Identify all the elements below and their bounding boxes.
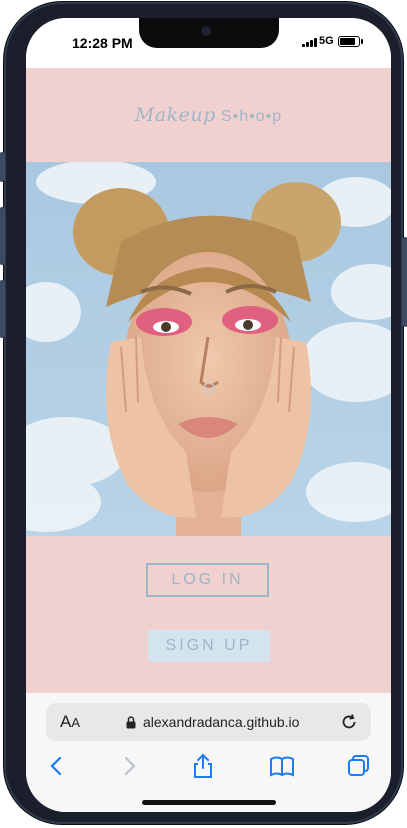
logo-script: Makeup	[134, 104, 216, 126]
power-button	[402, 237, 407, 327]
volume-up-button	[0, 207, 5, 265]
hero-image	[26, 162, 391, 536]
tabs-icon[interactable]	[346, 753, 372, 779]
camera	[201, 26, 211, 36]
address-bar[interactable]: AA alexandradanca.github.io	[46, 703, 371, 741]
browser-bar: AA alexandradanca.github.io	[26, 693, 391, 812]
share-icon[interactable]	[190, 753, 216, 779]
site-logo[interactable]: Makeup S•h•o•p	[26, 104, 391, 126]
network-type: 5G	[319, 35, 334, 47]
battery-icon	[338, 36, 363, 47]
volume-down-button	[0, 280, 5, 338]
web-page: Makeup S•h•o•p LOG IN SIGN UP	[26, 68, 391, 693]
status-bar: 12:28 PM 5G	[26, 18, 391, 68]
logo-shop: S•h•o•p	[220, 108, 283, 125]
url-text[interactable]: alexandradanca.github.io	[143, 714, 299, 730]
home-indicator[interactable]	[142, 800, 276, 805]
lock-icon	[126, 716, 136, 729]
signal-icon	[302, 38, 317, 47]
browser-toolbar	[26, 753, 391, 789]
status-time: 12:28 PM	[72, 35, 133, 51]
phone-frame: 12:28 PM 5G Makeup S•h•o•p LOG IN SIGN U…	[0, 2, 407, 824]
text-size-label: A	[60, 712, 72, 731]
text-size-small: A	[71, 715, 81, 730]
screen: 12:28 PM 5G Makeup S•h•o•p LOG IN SIGN U…	[26, 18, 391, 812]
reload-icon[interactable]	[339, 712, 359, 732]
login-button[interactable]: LOG IN	[146, 563, 269, 597]
back-icon[interactable]	[44, 753, 70, 779]
text-size-button[interactable]: AA	[60, 712, 80, 732]
bookmarks-icon[interactable]	[269, 753, 295, 779]
forward-icon[interactable]	[116, 753, 142, 779]
mute-switch	[0, 152, 5, 182]
signup-button[interactable]: SIGN UP	[148, 630, 270, 662]
